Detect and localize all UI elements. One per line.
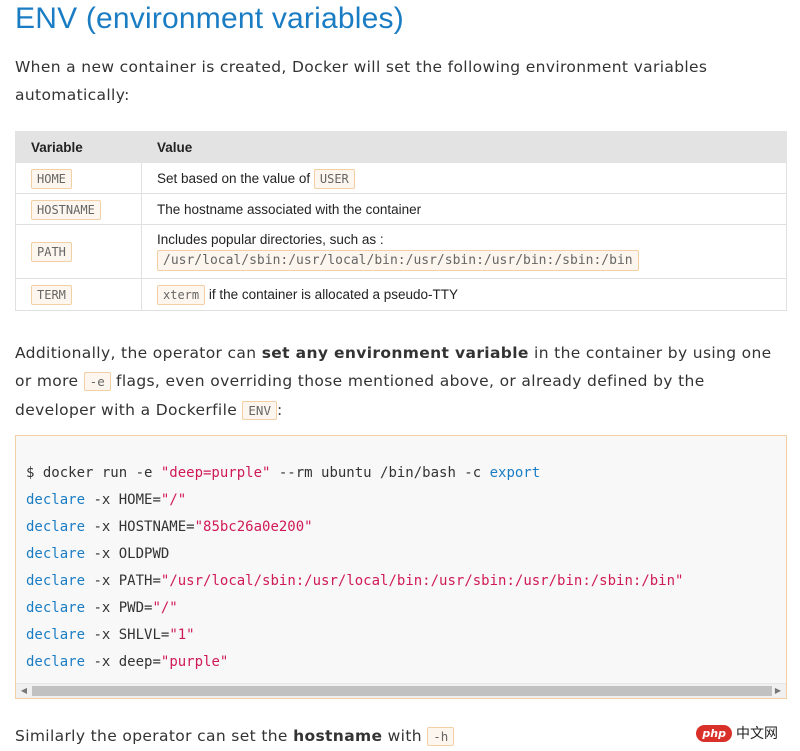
code-line: declare -x deep="purple" <box>26 654 228 670</box>
variable-cell: HOSTNAME <box>15 193 142 225</box>
flag-text: -x <box>85 627 119 643</box>
inline-code-env: ENV <box>242 401 277 420</box>
inline-code-h-flag: -h <box>427 727 455 746</box>
code-line-command: $ docker run -e "deep=purple" --rm ubunt… <box>26 465 540 481</box>
value-code: /usr/local/sbin:/usr/local/bin:/usr/sbin… <box>157 250 639 271</box>
var-value: "/usr/local/sbin:/usr/local/bin:/usr/sbi… <box>160 573 684 589</box>
var-value: "/" <box>160 492 187 508</box>
value-code: xterm <box>157 285 206 305</box>
env-variables-table: Variable Value HOME Set based on the val… <box>15 131 787 311</box>
value-cell: Set based on the value of USER <box>141 162 787 194</box>
variable-name: HOME <box>31 168 72 189</box>
scroll-right-arrow-icon[interactable]: ▶ <box>771 684 785 698</box>
code-line: declare -x PWD="/" <box>26 600 178 616</box>
var-value: "purple" <box>160 654 229 670</box>
code-line: declare -x HOME="/" <box>26 492 186 508</box>
value-text: Includes popular directories, such as : <box>157 232 384 247</box>
value-text: The hostname associated with the contain… <box>157 201 422 217</box>
bold-text: set any environment variable <box>261 344 529 362</box>
additionally-paragraph: Additionally, the operator can set any e… <box>15 339 787 425</box>
declare-keyword: declare <box>26 600 86 616</box>
text-span: Additionally, the operator can <box>15 344 262 362</box>
variable-cell: HOME <box>15 162 142 194</box>
flag-text: -x <box>85 492 119 508</box>
flag-text: -x <box>85 654 119 670</box>
value-cell: xterm if the container is allocated a ps… <box>141 278 787 311</box>
cmd-text: $ docker run -e <box>26 465 161 481</box>
similarly-paragraph: Similarly the operator can set the hostn… <box>15 722 787 751</box>
site-watermark: php 中文网 <box>696 723 778 743</box>
section-title: ENV (environment variables) <box>15 2 404 35</box>
variable-cell: TERM <box>15 278 142 311</box>
code-line: declare -x SHLVL="1" <box>26 627 195 643</box>
declare-keyword: declare <box>26 573 86 589</box>
declare-keyword: declare <box>26 492 86 508</box>
declare-keyword: declare <box>26 519 86 535</box>
var-value: "/" <box>152 600 178 616</box>
code-lines: $ docker run -e "deep=purple" --rm ubunt… <box>26 460 683 676</box>
code-line: declare -x OLDPWD <box>26 546 169 562</box>
var-name: SHLVL= <box>118 627 170 643</box>
value-text: if the container is allocated a pseudo-T… <box>205 287 459 302</box>
watermark-text: 中文网 <box>736 726 778 742</box>
code-line: declare -x PATH="/usr/local/sbin:/usr/lo… <box>26 573 683 589</box>
flag-text: -x <box>85 573 119 589</box>
var-name: PWD= <box>118 600 153 616</box>
cmd-string: "deep=purple" <box>160 465 271 481</box>
table-row: HOME Set based on the value of USER <box>15 162 787 194</box>
cmd-keyword: export <box>489 465 541 481</box>
variable-name: HOSTNAME <box>31 199 101 220</box>
declare-keyword: declare <box>26 546 86 562</box>
table-row: PATH Includes popular directories, such … <box>15 224 787 279</box>
code-line: declare -x HOSTNAME="85bc26a0e200" <box>26 519 313 535</box>
inline-code-e-flag: -e <box>83 372 111 391</box>
value-text: Set based on the value of <box>157 170 314 186</box>
header-value: Value <box>141 131 787 163</box>
table-header-row: Variable Value <box>15 131 787 163</box>
scroll-left-arrow-icon[interactable]: ◀ <box>17 684 31 698</box>
code-block: $ docker run -e "deep=purple" --rm ubunt… <box>15 435 787 699</box>
var-name: OLDPWD <box>118 546 170 562</box>
table-row: HOSTNAME The hostname associated with th… <box>15 193 787 225</box>
value-cell: The hostname associated with the contain… <box>141 193 787 225</box>
variable-name: PATH <box>31 242 72 262</box>
flag-text: -x <box>85 546 119 562</box>
variable-cell: PATH <box>15 224 142 279</box>
text-span: : <box>276 401 283 419</box>
var-value: "1" <box>169 627 195 643</box>
var-value: "85bc26a0e200" <box>194 519 313 535</box>
flag-text: -x <box>85 519 119 535</box>
value-cell: Includes popular directories, such as : /… <box>141 224 787 279</box>
flag-text: -x <box>85 600 119 616</box>
text-span: with <box>382 727 428 745</box>
var-name: HOSTNAME= <box>118 519 195 535</box>
declare-keyword: declare <box>26 627 86 643</box>
text-span: flags, even overriding those mentioned a… <box>15 372 705 419</box>
scrollbar-thumb[interactable] <box>32 686 772 696</box>
value-code: USER <box>313 168 355 189</box>
cmd-text: --rm ubuntu /bin/bash -c <box>270 465 490 481</box>
declare-keyword: declare <box>26 654 86 670</box>
intro-paragraph: When a new container is created, Docker … <box>15 58 708 104</box>
table-row: TERM xterm if the container is allocated… <box>15 278 787 311</box>
var-name: PATH= <box>118 573 161 589</box>
var-name: deep= <box>118 654 161 670</box>
var-name: HOME= <box>118 492 161 508</box>
horizontal-scrollbar[interactable]: ◀ ▶ <box>16 683 786 698</box>
watermark-logo: php <box>696 724 732 742</box>
bold-text: hostname <box>293 727 383 745</box>
header-variable: Variable <box>15 131 142 163</box>
text-span: Similarly the operator can set the <box>15 727 294 745</box>
variable-name: TERM <box>31 285 72 305</box>
